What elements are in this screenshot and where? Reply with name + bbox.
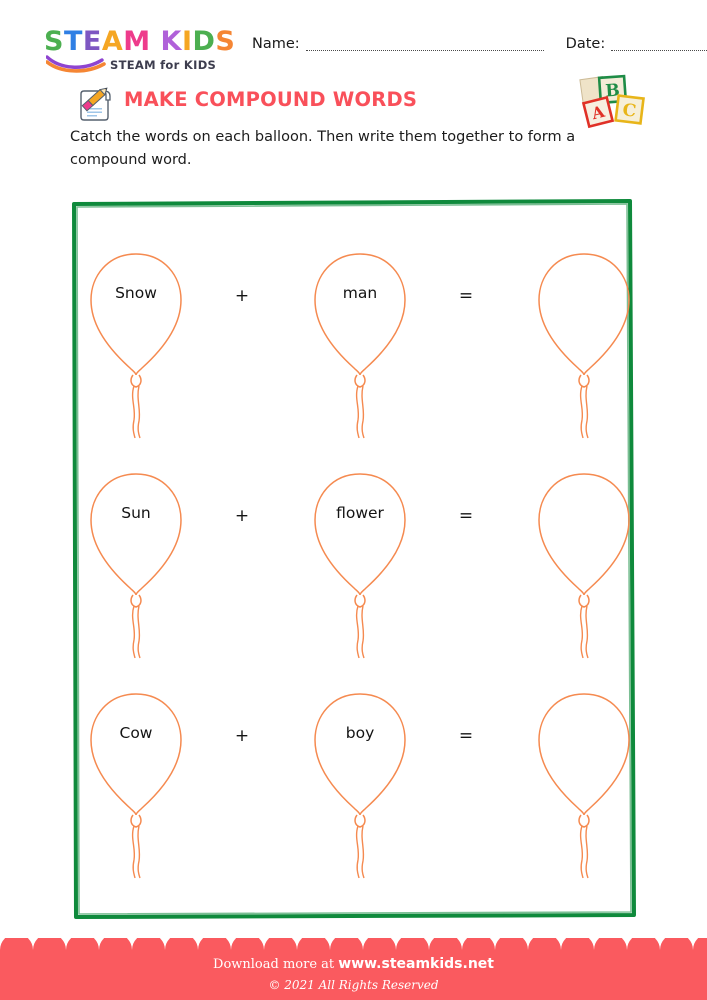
balloon-rows: Snow + man = Sun + flower = Cow + boy =	[70, 198, 638, 920]
instructions-text: Catch the words on each balloon. Then wr…	[70, 129, 576, 168]
balloon-icon	[538, 473, 630, 659]
steam-kids-logo: STEAM KIDS STEAM for KIDS	[44, 26, 236, 73]
logo-letter: S	[215, 26, 236, 57]
worksheet-frame: Snow + man = Sun + flower = Cow + boy =	[70, 198, 638, 920]
balloon-icon	[90, 253, 182, 439]
page-header: STEAM KIDS STEAM for KIDS Name: Date:	[0, 0, 707, 78]
balloon-answer[interactable]	[528, 680, 640, 880]
balloon-row: Sun + flower =	[70, 460, 638, 678]
page-title: MAKE COMPOUND WORDS	[124, 88, 418, 111]
logo-wordmark: STEAM KIDS	[44, 26, 236, 57]
operator-plus: +	[234, 286, 250, 306]
svg-text:C: C	[621, 100, 637, 121]
balloon-word-left: Snow	[80, 240, 192, 440]
logo-letter: A	[101, 26, 124, 57]
balloon-answer[interactable]	[528, 240, 640, 440]
logo-letter: D	[192, 26, 216, 57]
balloon-icon	[90, 693, 182, 879]
logo-letter: S	[44, 26, 64, 57]
balloon-word-left: Cow	[80, 680, 192, 880]
balloon-row: Cow + boy =	[70, 680, 638, 898]
worksheet-page: STEAM KIDS STEAM for KIDS Name: Date: MA…	[0, 0, 707, 1000]
balloon-icon	[538, 693, 630, 879]
footer-download-text: Download more at www.steamkids.net	[0, 956, 707, 972]
pencil-paper-icon	[80, 87, 111, 121]
operator-equals: =	[458, 286, 474, 306]
balloon-icon	[314, 253, 406, 439]
balloon-icon	[538, 253, 630, 439]
logo-letter: I	[181, 26, 193, 57]
swoosh-icon	[46, 55, 106, 73]
operator-plus: +	[234, 506, 250, 526]
name-date-fields: Name: Date:	[252, 36, 707, 52]
balloon-word-middle: man	[304, 240, 416, 440]
balloon-word-middle: boy	[304, 680, 416, 880]
logo-letter: E	[82, 26, 102, 57]
date-input[interactable]	[611, 40, 707, 51]
balloon-word-middle: flower	[304, 460, 416, 660]
logo-letter: T	[63, 26, 83, 57]
logo-letter: M	[123, 26, 151, 57]
operator-equals: =	[458, 506, 474, 526]
operator-plus: +	[234, 726, 250, 746]
name-input[interactable]	[305, 40, 544, 51]
logo-tagline: STEAM for KIDS	[110, 58, 217, 72]
footer-download-prefix: Download more at	[213, 957, 335, 972]
balloon-row: Snow + man =	[70, 240, 638, 458]
balloon-icon	[314, 693, 406, 879]
logo-letter: K	[160, 26, 182, 57]
balloon-icon	[314, 473, 406, 659]
balloon-word-left: Sun	[80, 460, 192, 660]
balloon-icon	[90, 473, 182, 659]
abc-blocks-icon: B C A	[579, 74, 645, 129]
footer-copyright: © 2021 All Rights Reserved	[268, 978, 439, 992]
operator-equals: =	[458, 726, 474, 746]
page-footer: Download more at www.steamkids.net © 202…	[0, 938, 707, 1000]
logo-letter	[151, 28, 161, 56]
balloon-answer[interactable]	[528, 460, 640, 660]
date-label: Date:	[565, 36, 606, 52]
name-label: Name:	[252, 36, 300, 52]
title-row: MAKE COMPOUND WORDS B C A	[0, 74, 707, 129]
footer-website-link[interactable]: www.steamkids.net	[338, 956, 494, 972]
